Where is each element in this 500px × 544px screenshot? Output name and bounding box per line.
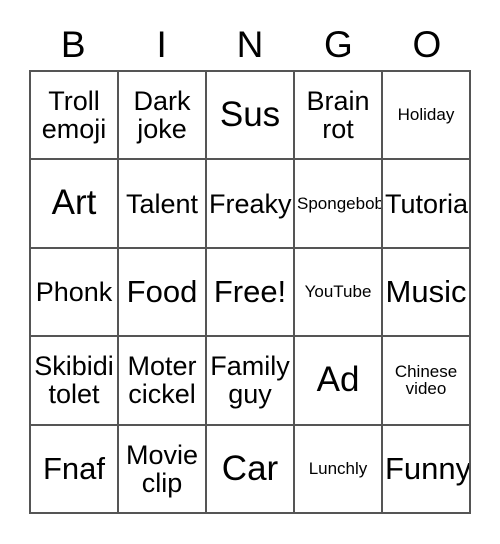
bingo-cell[interactable]: Food xyxy=(119,248,207,338)
bingo-header-letter-b: B xyxy=(60,23,86,65)
bingo-cell-label: Troll emoji xyxy=(41,86,107,145)
bingo-cell[interactable]: Ad xyxy=(295,337,383,426)
bingo-cell[interactable]: Skibidi tolet xyxy=(31,337,119,426)
bingo-cell-label: Sus xyxy=(219,95,281,134)
bingo-cell[interactable]: Music xyxy=(383,248,471,338)
bingo-cell-label: Moter cickel xyxy=(127,351,197,410)
bingo-cell[interactable]: Brain rot xyxy=(295,72,383,161)
bingo-cell[interactable]: Spongebob xyxy=(295,160,383,249)
bingo-cell[interactable]: Holiday xyxy=(383,72,471,161)
bingo-cell[interactable]: Chinese video xyxy=(383,337,471,426)
bingo-cell-label: Brain rot xyxy=(306,86,370,145)
bingo-cell[interactable]: Fnaf xyxy=(31,425,119,514)
bingo-cell-label: Tutorial xyxy=(385,188,471,219)
bingo-cell-label: Freaky xyxy=(209,188,292,219)
bingo-cell[interactable]: Freaky xyxy=(207,160,295,249)
bingo-cell[interactable]: YouTube xyxy=(295,248,383,338)
bingo-cell-label: Car xyxy=(221,448,279,488)
bingo-cell-label: Food xyxy=(126,273,198,309)
bingo-cell-label: Ad xyxy=(316,360,360,400)
bingo-cell-label: Family guy xyxy=(210,351,290,410)
bingo-cell-label: Phonk xyxy=(35,276,113,307)
bingo-cell[interactable]: Tutorial xyxy=(383,160,471,249)
bingo-cell[interactable]: Family guy xyxy=(207,337,295,426)
bingo-cell-free-space[interactable]: Free! xyxy=(207,248,295,338)
bingo-header-letter-i: I xyxy=(156,23,167,65)
bingo-header-row: B I N G O xyxy=(29,18,471,70)
bingo-cell-label: Dark joke xyxy=(133,86,191,145)
bingo-cell-label: Fnaf xyxy=(42,450,106,486)
bingo-row: Art Talent Freaky Spongebob Tutorial xyxy=(31,160,471,249)
bingo-cell[interactable]: Lunchly xyxy=(295,425,383,514)
bingo-card: B I N G O Troll emoji Dark joke Sus Brai… xyxy=(29,18,471,514)
bingo-cell-label: Lunchly xyxy=(308,458,368,478)
bingo-cell-label: Art xyxy=(51,183,97,223)
bingo-cell[interactable]: Car xyxy=(207,425,295,514)
bingo-cell-label: Movie clip xyxy=(125,439,199,498)
bingo-cell[interactable]: Moter cickel xyxy=(119,337,207,426)
bingo-cell-label: Free! xyxy=(213,273,287,309)
bingo-header-letter-g: G xyxy=(324,23,353,65)
bingo-cell[interactable]: Troll emoji xyxy=(31,72,119,161)
bingo-cell[interactable]: Funny xyxy=(383,425,471,514)
bingo-header-letter-o: O xyxy=(412,23,442,65)
bingo-cell-label: Holiday xyxy=(397,105,455,125)
bingo-row: Phonk Food Free! YouTube Music xyxy=(31,248,471,338)
bingo-grid: Troll emoji Dark joke Sus Brain rot Holi… xyxy=(29,70,471,514)
bingo-cell-label: Spongebob xyxy=(297,193,383,213)
bingo-cell-label: Skibidi tolet xyxy=(34,351,114,410)
bingo-header-letter-n: N xyxy=(236,23,264,65)
bingo-cell[interactable]: Art xyxy=(31,160,119,249)
bingo-cell[interactable]: Talent xyxy=(119,160,207,249)
bingo-cell-label: Funny xyxy=(385,450,471,486)
bingo-cell[interactable]: Dark joke xyxy=(119,72,207,161)
bingo-row: Fnaf Movie clip Car Lunchly Funny xyxy=(31,425,471,514)
bingo-cell[interactable]: Sus xyxy=(207,72,295,161)
bingo-cell-label: Chinese video xyxy=(394,361,458,399)
bingo-row: Skibidi tolet Moter cickel Family guy Ad… xyxy=(31,337,471,426)
bingo-cell-label: Talent xyxy=(125,188,199,219)
bingo-row: Troll emoji Dark joke Sus Brain rot Holi… xyxy=(31,72,471,161)
bingo-cell[interactable]: Phonk xyxy=(31,248,119,338)
bingo-cell-label: YouTube xyxy=(304,282,372,302)
bingo-cell-label: Music xyxy=(385,273,467,309)
bingo-cell[interactable]: Movie clip xyxy=(119,425,207,514)
